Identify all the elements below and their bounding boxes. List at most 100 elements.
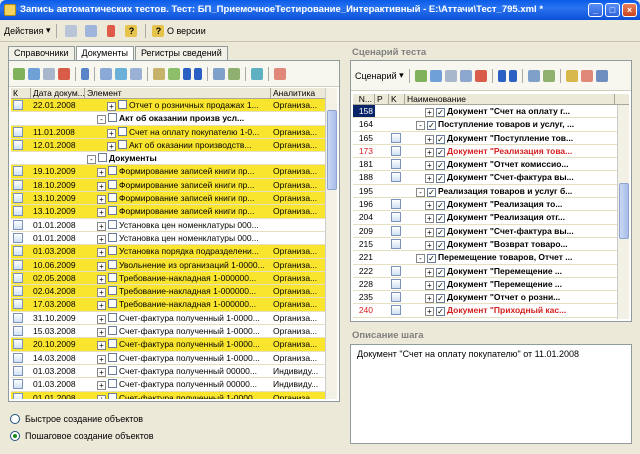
radio-indicator[interactable] — [10, 414, 20, 424]
scenario-row[interactable]: 235 + Документ "Отчет о розни... — [353, 291, 629, 305]
vertical-scrollbar[interactable] — [325, 88, 337, 399]
k-cell[interactable] — [11, 378, 31, 390]
k-cell[interactable] — [389, 171, 405, 183]
row-checkbox[interactable] — [108, 179, 117, 189]
k-cell[interactable] — [11, 392, 31, 399]
copy-row-icon[interactable] — [444, 69, 457, 82]
step-checkbox[interactable] — [436, 227, 445, 237]
row-checkbox[interactable] — [108, 206, 117, 216]
column-p[interactable]: P — [375, 94, 389, 104]
expand-toggle-icon[interactable]: + — [107, 128, 116, 138]
add-icon[interactable] — [13, 67, 25, 80]
p-cell[interactable] — [375, 171, 389, 183]
p-cell[interactable] — [375, 145, 389, 157]
step-checkbox[interactable] — [436, 214, 445, 224]
k-cell[interactable] — [389, 132, 405, 144]
step-checkbox[interactable] — [436, 201, 445, 211]
p-cell[interactable] — [375, 278, 389, 290]
row-checkbox[interactable] — [118, 100, 127, 109]
scenario-row[interactable]: 215 + Документ "Возврат товаро... — [353, 238, 629, 252]
scenario-row[interactable]: 173 + Документ "Реализация това... — [353, 145, 629, 159]
p-cell[interactable] — [375, 198, 389, 210]
k-cell[interactable] — [389, 291, 405, 303]
column-k[interactable]: K — [389, 94, 405, 104]
row-checkbox[interactable] — [108, 379, 117, 389]
k-cell[interactable] — [11, 352, 31, 364]
table-row[interactable]: 19.10.2009 + Формирование записей книги пр… — [11, 165, 337, 179]
k-cell[interactable] — [389, 118, 405, 130]
about-button[interactable]: ? О версии — [152, 23, 206, 39]
step-checkbox[interactable] — [436, 161, 445, 171]
expand-toggle-icon[interactable]: + — [97, 234, 106, 244]
p-cell[interactable] — [375, 185, 389, 197]
step-description-box[interactable]: Документ "Счет на оплату покупателю" от … — [350, 344, 632, 444]
k-cell[interactable] — [11, 338, 31, 350]
p-cell[interactable] — [375, 105, 389, 117]
k-cell[interactable] — [11, 312, 31, 324]
list-icon[interactable] — [595, 69, 608, 82]
column-date[interactable]: Дата докум... — [31, 88, 85, 98]
row-checkbox[interactable] — [98, 153, 107, 163]
scenario-row[interactable]: 181 + Документ "Отчет комиссио... — [353, 158, 629, 172]
collapse-all-icon[interactable] — [542, 69, 555, 82]
step-creation-radio[interactable]: Пошаговое создание объектов — [10, 429, 154, 443]
step-checkbox[interactable] — [427, 254, 436, 264]
row-checkbox[interactable] — [108, 299, 117, 309]
list-icon[interactable] — [153, 67, 165, 80]
step-checkbox[interactable] — [436, 174, 445, 184]
expand-toggle-icon[interactable]: + — [97, 261, 106, 271]
tab-documents[interactable]: Документы — [75, 46, 134, 61]
undo-icon[interactable] — [103, 23, 119, 39]
scenario-row[interactable]: 222 + Документ "Перемещение ... — [353, 265, 629, 278]
expand-toggle-icon[interactable]: + — [97, 367, 106, 377]
scenario-row[interactable]: 245 +Документ "Приходный кас... — [353, 318, 629, 319]
column-element[interactable]: Элемент — [85, 88, 271, 98]
arrow-down-icon[interactable] — [194, 67, 202, 80]
table-row[interactable]: 01.01.2008 + Установка цен номенклатуры 00… — [11, 219, 337, 232]
table-row[interactable]: 20.10.2009 + Счет-фактура полученный 1-000… — [11, 338, 337, 352]
collapse-all-icon[interactable] — [228, 67, 240, 80]
row-checkbox[interactable] — [108, 246, 117, 256]
k-cell[interactable] — [389, 145, 405, 157]
expand-toggle-icon[interactable]: + — [97, 195, 106, 205]
table-row[interactable]: 15.03.2008 + Счет-фактура полученный 1-000… — [11, 325, 337, 339]
row-checkbox[interactable] — [108, 219, 117, 229]
tab-registers[interactable]: Регистры сведений — [134, 46, 228, 60]
fast-creation-radio[interactable]: Быстрое создание объектов — [10, 412, 154, 426]
p-cell[interactable] — [375, 158, 389, 170]
expand-toggle-icon[interactable]: + — [425, 280, 434, 290]
k-cell[interactable] — [11, 285, 31, 297]
tree-icon[interactable] — [168, 67, 180, 80]
column-k[interactable]: К — [11, 88, 31, 98]
row-checkbox[interactable] — [118, 139, 127, 149]
expand-toggle-icon[interactable]: + — [425, 174, 434, 184]
table-row[interactable]: 22.01.2008 + Отчет о розничных продажах 1.… — [11, 99, 337, 113]
p-cell[interactable] — [375, 318, 389, 319]
expand-toggle-icon[interactable]: + — [97, 168, 106, 178]
row-checkbox[interactable] — [108, 286, 117, 296]
k-cell[interactable] — [11, 179, 31, 191]
row-checkbox[interactable] — [108, 365, 117, 375]
expand-toggle-icon[interactable]: - — [87, 155, 96, 165]
row-checkbox[interactable] — [118, 126, 127, 136]
expand-toggle-icon[interactable]: + — [425, 161, 434, 171]
p-cell[interactable] — [375, 265, 389, 277]
expand-toggle-icon[interactable]: + — [97, 181, 106, 191]
expand-toggle-icon[interactable]: + — [425, 214, 434, 224]
expand-toggle-icon[interactable]: + — [97, 248, 106, 258]
expand-toggle-icon[interactable]: + — [425, 267, 434, 277]
k-cell[interactable] — [11, 126, 31, 138]
p-cell[interactable] — [375, 211, 389, 223]
k-cell[interactable] — [11, 232, 31, 244]
add-icon[interactable] — [414, 69, 427, 82]
expand-toggle-icon[interactable]: + — [97, 354, 106, 364]
expand-toggle-icon[interactable]: + — [97, 288, 106, 298]
k-cell[interactable] — [11, 219, 31, 231]
table-row[interactable]: 10.06.2009 + Увольнение из организаций 1-0… — [11, 258, 337, 272]
k-cell[interactable] — [11, 192, 31, 204]
p-cell[interactable] — [375, 291, 389, 303]
column-name[interactable]: Наименование — [405, 94, 615, 104]
expand-all-icon[interactable] — [527, 69, 540, 82]
expand-toggle-icon[interactable]: + — [97, 221, 106, 231]
add-group-icon[interactable] — [429, 69, 442, 82]
